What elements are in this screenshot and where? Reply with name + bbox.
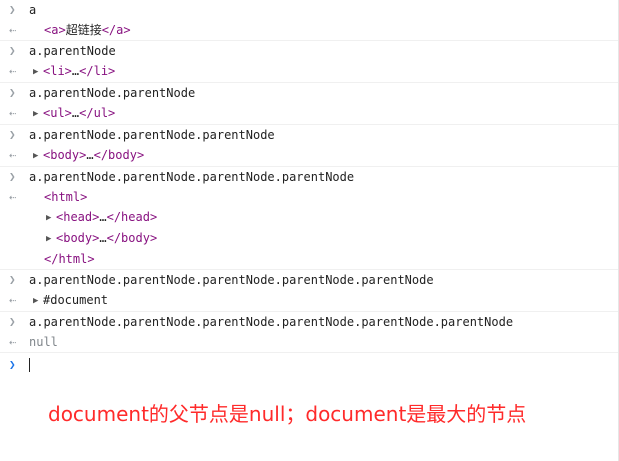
text-caret [29, 358, 30, 372]
console-entry: ❯ a.parentNode ⇠ ▶ <li>…</li> [0, 41, 619, 83]
return-arrow-icon: ⇠ [9, 148, 17, 162]
console-output-line: ⇠ null [0, 332, 619, 352]
triangle-right-icon[interactable]: ▶ [46, 229, 56, 249]
chevron-right-icon: ❯ [9, 128, 16, 141]
console-output-line: ⇠ ▶ <body>…</body> [0, 145, 619, 166]
console-output-line: ⇠ ▶ #document [0, 290, 619, 311]
console-output-line: ⇠ <html> [0, 187, 619, 207]
return-arrow-icon: ⇠ [9, 335, 17, 349]
console-input-line: ❯ a.parentNode.parentNode.parentNode.par… [0, 270, 619, 290]
console-output-line: ⇠ <a>超链接</a> [0, 20, 619, 40]
devtools-console: ❯ a ⇠ <a>超链接</a> ❯ a.parentNode ⇠ ▶ <li>…… [0, 0, 619, 461]
triangle-right-icon[interactable]: ▶ [33, 62, 43, 82]
chevron-right-icon: ❯ [9, 358, 16, 371]
console-output-line: ▶ <body>…</body> [0, 228, 619, 249]
return-arrow-icon: ⇠ [9, 293, 17, 307]
console-output-line: ⇠ ▶ <ul>…</ul> [0, 103, 619, 124]
command-text: a.parentNode.parentNode [29, 86, 196, 100]
console-output-line: </html> [0, 249, 619, 269]
console-entry: ❯ a.parentNode.parentNode.parentNode.par… [0, 167, 619, 270]
annotation-text: document的父节点是null；document是最大的节点 [48, 402, 527, 426]
chevron-right-icon: ❯ [9, 86, 16, 99]
console-input-line: ❯ a.parentNode.parentNode [0, 83, 619, 103]
element-node-html-close: </html> [44, 252, 95, 266]
element-link[interactable]: <a>超链接</a> [44, 23, 131, 37]
element-node[interactable]: <li>…</li> [43, 64, 115, 78]
document-node[interactable]: #document [43, 293, 108, 307]
chevron-right-icon: ❯ [9, 3, 16, 16]
element-node[interactable]: <body>…</body> [43, 148, 144, 162]
chevron-right-icon: ❯ [9, 273, 16, 286]
console-entry: ❯ a.parentNode.parentNode.parentNode.par… [0, 312, 619, 353]
chevron-right-icon: ❯ [9, 170, 16, 183]
chevron-right-icon: ❯ [9, 44, 16, 57]
console-output-line: ⇠ ▶ <li>…</li> [0, 61, 619, 82]
command-text: a.parentNode [29, 44, 116, 58]
console-input-line: ❯ a.parentNode.parentNode.parentNode.par… [0, 312, 619, 332]
chevron-right-icon: ❯ [9, 315, 16, 328]
triangle-right-icon[interactable]: ▶ [33, 291, 43, 311]
triangle-right-icon[interactable]: ▶ [33, 104, 43, 124]
console-prompt-input[interactable]: ❯ [0, 355, 619, 375]
console-output-line: ▶ <head>…</head> [0, 207, 619, 228]
element-node-html-open[interactable]: <html> [44, 190, 87, 204]
triangle-right-icon[interactable]: ▶ [33, 146, 43, 166]
command-text: a [29, 3, 37, 17]
console-input-line: ❯ a [0, 0, 619, 20]
console-entry: ❯ a ⇠ <a>超链接</a> [0, 0, 619, 41]
null-value: null [29, 335, 58, 349]
element-node[interactable]: <ul>…</ul> [43, 106, 115, 120]
return-arrow-icon: ⇠ [9, 23, 17, 37]
console-input-line: ❯ a.parentNode.parentNode.parentNode.par… [0, 167, 619, 187]
element-node-head[interactable]: <head>…</head> [56, 210, 157, 224]
return-arrow-icon: ⇠ [9, 190, 17, 204]
element-node-body[interactable]: <body>…</body> [56, 231, 157, 245]
console-entry: ❯ a.parentNode.parentNode.parentNode ⇠ ▶… [0, 125, 619, 167]
command-text: a.parentNode.parentNode.parentNode.paren… [29, 315, 514, 329]
console-entry: ❯ a.parentNode.parentNode ⇠ ▶ <ul>…</ul> [0, 83, 619, 125]
triangle-right-icon[interactable]: ▶ [46, 208, 56, 228]
console-input-line: ❯ a.parentNode [0, 41, 619, 61]
return-arrow-icon: ⇠ [9, 106, 17, 120]
command-text: a.parentNode.parentNode.parentNode.paren… [29, 170, 355, 184]
command-text: a.parentNode.parentNode.parentNode.paren… [29, 273, 434, 287]
command-text: a.parentNode.parentNode.parentNode [29, 128, 275, 142]
console-input-line: ❯ a.parentNode.parentNode.parentNode [0, 125, 619, 145]
console-entry: ❯ a.parentNode.parentNode.parentNode.par… [0, 270, 619, 312]
return-arrow-icon: ⇠ [9, 64, 17, 78]
